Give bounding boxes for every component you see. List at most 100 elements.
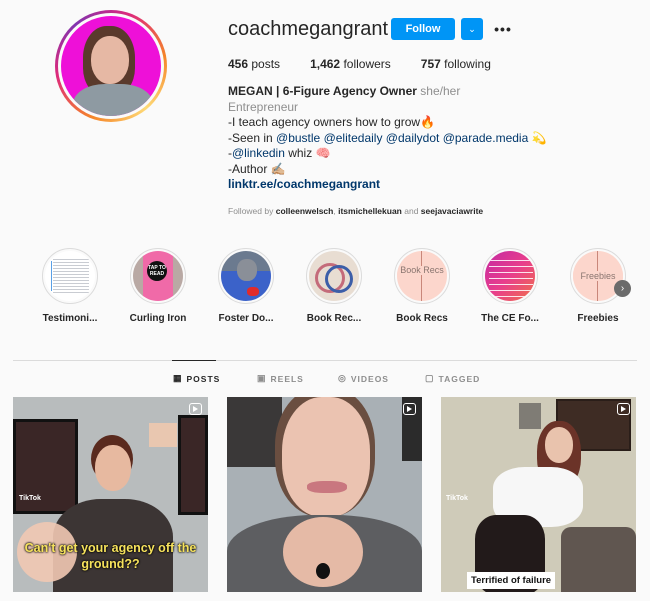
highlight-cover-text: Book Recs [397, 266, 447, 275]
person-face [282, 397, 370, 517]
mention-link[interactable]: @bustle [276, 131, 320, 145]
highlight-item[interactable]: Book Recs Book Recs [382, 248, 462, 324]
posts-label: posts [251, 57, 281, 71]
tab-reels[interactable]: ▣ REELS [257, 373, 304, 384]
highlight-item[interactable]: Testimoni... [30, 248, 110, 324]
chevron-right-icon: › [620, 283, 625, 294]
heart-sticker [247, 287, 259, 296]
post-thumbnail[interactable]: TikTok Can't get your agency off the gro… [13, 397, 208, 592]
tabs-divider [13, 360, 637, 361]
tab-posts[interactable]: ▦ POSTS [173, 373, 220, 384]
post-thumbnail[interactable]: TikTok Terrified of failure [441, 397, 636, 592]
story-highlights: Testimoni... TAP TO READ Curling Iron Fo… [30, 248, 650, 328]
follower-name: itsmichellekuan [338, 206, 402, 216]
highlight-item[interactable]: TAP TO READ Curling Iron [118, 248, 198, 324]
bio-line-4: -Author ✍🏼 [228, 161, 286, 176]
highlight-item[interactable]: The CE Fo... [470, 248, 550, 324]
tap-to-read-badge: TAP TO READ [147, 261, 167, 281]
profile-tabs: ▦ POSTS ▣ REELS ◎ VIDEOS ▢ TAGGED [0, 373, 650, 387]
bio-text: -Seen in [228, 130, 277, 145]
profile-avatar[interactable] [55, 10, 167, 122]
follower-name: seejavaciawrite [420, 206, 484, 216]
followers-count: 1,462 [310, 57, 341, 71]
mention-link[interactable]: @elitedaily [324, 131, 383, 145]
couch [561, 527, 636, 592]
followed-by-prefix: Followed by [228, 206, 276, 216]
mention-link[interactable]: @parade.media [443, 131, 529, 145]
highlight-cover [482, 248, 538, 304]
profile-stats: 456 posts 1,462 followers 757 following [228, 57, 521, 71]
dog-photo [237, 259, 257, 281]
avatar-sweater [73, 84, 153, 116]
video-icon: ◎ [338, 373, 347, 383]
suggested-accounts-button[interactable]: ⌄ [461, 18, 483, 40]
highlight-cover-text: Freebies [573, 271, 623, 281]
bio-text: 💫 [528, 130, 547, 145]
microphone [316, 563, 330, 579]
bio-text: whiz 🧠 [284, 146, 331, 160]
testimonial-accent [51, 261, 52, 291]
display-name: MEGAN | 6-Figure Agency Owner [228, 84, 417, 98]
mention-link[interactable]: @dailydot [386, 131, 440, 145]
more-horizontal-icon: ••• [494, 21, 512, 37]
highlight-item[interactable]: Book Rec... [294, 248, 374, 324]
highlight-cover [218, 248, 274, 304]
post-caption: Terrified of failure [467, 572, 556, 589]
followed-by[interactable]: Followed by colleenwelsch, itsmichelleku… [228, 206, 483, 216]
follower-name: colleenwelsch [275, 206, 334, 216]
promo-text-lines [489, 257, 533, 297]
tab-label: TAGGED [438, 373, 481, 384]
profile-bio: MEGAN | 6-Figure Agency Owner she/her En… [228, 84, 547, 193]
reels-icon: ▣ [257, 373, 267, 383]
more-options-button[interactable]: ••• [494, 18, 512, 40]
profile-category: Entrepreneur [228, 99, 299, 114]
bio-line-2: -Seen in @bustle @elitedaily @dailydot @… [228, 131, 547, 147]
following-label: following [444, 57, 491, 71]
avatar-inner [58, 13, 164, 119]
wall-poster [227, 397, 282, 467]
posts-count: 456 [228, 57, 249, 71]
highlight-label: Book Recs [396, 313, 448, 324]
bio-line-1: -I teach agency owners how to grow🔥 [228, 115, 436, 129]
highlight-label: Testimoni... [42, 313, 98, 324]
wall-poster [178, 415, 208, 515]
pronouns: she/her [420, 84, 461, 98]
highlight-label: Foster Do... [218, 313, 274, 324]
highlights-next-button[interactable]: › [614, 280, 631, 297]
profile-website-link[interactable]: linktr.ee/coachmegangrant [228, 177, 547, 193]
reel-icon [189, 403, 202, 415]
highlight-label: The CE Fo... [481, 313, 539, 324]
person-face [95, 445, 131, 491]
separator: and [401, 206, 421, 216]
highlight-item[interactable]: Foster Do... [206, 248, 286, 324]
tagged-icon: ▢ [425, 373, 435, 383]
followers-label: followers [343, 57, 391, 71]
book-stack [149, 423, 177, 447]
divider-line [421, 251, 422, 301]
grid-icon: ▦ [173, 373, 183, 383]
tab-tagged[interactable]: ▢ TAGGED [425, 373, 480, 384]
avatar-face [91, 36, 129, 84]
reel-icon [617, 403, 630, 415]
mention-link[interactable]: @linkedin [232, 146, 285, 160]
highlight-cover: Book Recs [394, 248, 450, 304]
active-tab-indicator [172, 360, 216, 361]
bio-line-3: -@linkedin whiz 🧠 [228, 146, 547, 162]
stat-posts: 456 posts [228, 57, 280, 71]
stat-followers[interactable]: 1,462 followers [310, 57, 391, 71]
person-lips [307, 481, 347, 493]
follow-button[interactable]: Follow [391, 18, 455, 40]
stat-following[interactable]: 757 following [421, 57, 491, 71]
highlight-label: Freebies [577, 313, 619, 324]
reel-icon [403, 403, 416, 415]
chevron-down-icon: ⌄ [468, 23, 476, 34]
avatar-image [61, 16, 161, 116]
tab-label: POSTS [186, 373, 221, 384]
book-cover-ring [325, 265, 353, 293]
person-face [545, 427, 573, 463]
highlight-cover [42, 248, 98, 304]
post-thumbnail[interactable] [227, 397, 422, 592]
tiktok-watermark: TikTok [19, 495, 41, 502]
tiktok-watermark: TikTok [446, 495, 468, 502]
tab-videos[interactable]: ◎ VIDEOS [338, 373, 389, 384]
